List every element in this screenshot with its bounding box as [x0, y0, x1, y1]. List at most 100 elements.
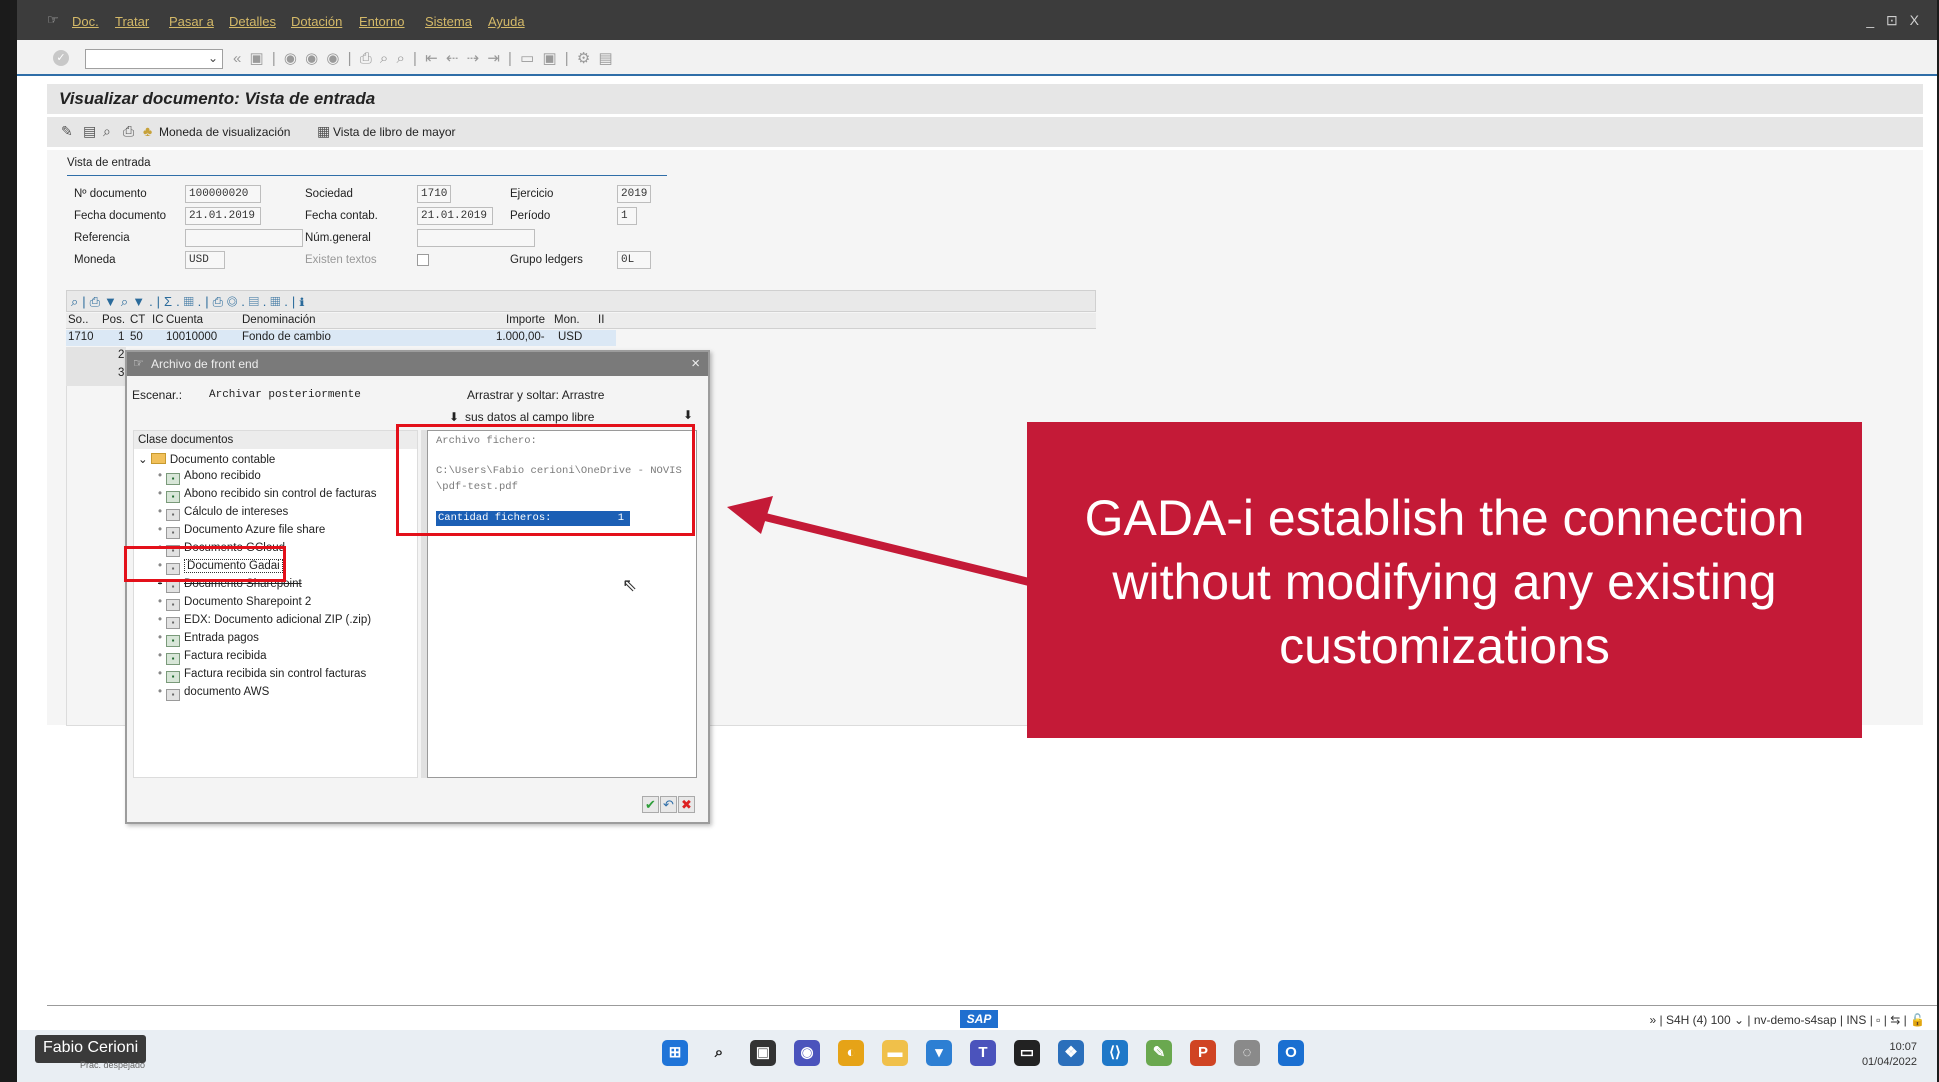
menu-bar: ☞ Doc. Tratar Pasar a Detalles Dotación … — [17, 0, 1937, 40]
cell-pos: 1 — [118, 331, 125, 343]
document-icon: ▪ — [166, 491, 181, 503]
weather-widget[interactable]: Prac. despejado — [80, 1060, 145, 1070]
table-row[interactable]: 1710 1 50 10010000 Fondo de cambio 1.000… — [66, 330, 616, 346]
ledger-group-field[interactable]: 0L — [617, 251, 651, 269]
system-menu-icon[interactable]: ☞ — [47, 12, 59, 28]
menu-detalles[interactable]: Detalles — [229, 14, 276, 29]
texts-checkbox[interactable] — [417, 254, 429, 266]
confirm-button[interactable]: ✔ — [642, 796, 659, 813]
print-icon[interactable]: ⎙ — [123, 123, 134, 140]
status-expand-icon[interactable]: » | — [1649, 1013, 1665, 1027]
col-importe[interactable]: Importe — [506, 314, 545, 326]
left-frame-band — [0, 0, 17, 1082]
file-explorer-icon[interactable]: ▬ — [882, 1040, 908, 1066]
chrome-icon[interactable]: ◐ — [838, 1040, 864, 1066]
menu-ayuda[interactable]: Ayuda — [488, 14, 525, 29]
chat-icon[interactable]: ◉ — [794, 1040, 820, 1066]
cancel-button[interactable]: ✖ — [678, 796, 695, 813]
window-controls[interactable]: _ ⊡ X — [1866, 12, 1923, 29]
presenter-label: Fabio Cerioni — [35, 1035, 147, 1063]
company-field[interactable]: 1710 — [417, 185, 451, 203]
tree-item[interactable]: • ▪ Abono recibido sin control de facturas — [158, 488, 376, 503]
status-mode[interactable]: INS — [1846, 1013, 1866, 1027]
system-toolbar-icons[interactable]: « ▣ | ◉ ◉ ◉ | ⎙ ⌕ ⌕ | ⇤ ⇠ ⇢ ⇥ | ▭ ▣ | ⚙ … — [233, 49, 615, 67]
tree-item[interactable]: • ▪ EDX: Documento adicional ZIP (.zip) — [158, 614, 371, 629]
col-mon[interactable]: Mon. — [554, 314, 580, 326]
enter-icon[interactable]: ✓ — [53, 50, 69, 66]
scenario-label: Escenar.: — [132, 388, 183, 402]
col-ct[interactable]: CT — [130, 314, 145, 326]
ledger-view-button[interactable]: Vista de libro de mayor — [333, 125, 456, 139]
tree-item[interactable]: • ▪ Documento Azure file share — [158, 524, 325, 539]
display-change-icon[interactable]: ✎ — [61, 123, 73, 140]
page-title: Visualizar documento: Vista de entrada — [59, 89, 376, 108]
display-currency-button[interactable]: Moneda de visualización — [159, 125, 290, 139]
col-ic[interactable]: IC — [152, 314, 164, 326]
tree-item[interactable]: • ▪ Factura recibida sin control facturas — [158, 668, 366, 683]
mouse-cursor-icon: ⇖ — [622, 575, 638, 595]
tree-item[interactable]: • ▪ documento AWS — [158, 686, 269, 701]
task-view-icon[interactable]: ▣ — [750, 1040, 776, 1066]
command-field[interactable]: ⌄ — [85, 49, 223, 69]
col-denominacion[interactable]: Denominación — [242, 314, 316, 326]
tree-item[interactable]: • ▪ Entrada pagos — [158, 632, 259, 647]
undo-button[interactable]: ↶ — [660, 796, 677, 813]
chevron-down-icon[interactable]: ⌄ — [138, 454, 151, 466]
close-icon[interactable]: × — [691, 355, 700, 372]
remote-desktop-icon[interactable]: ❖ — [1058, 1040, 1084, 1066]
tree-item[interactable]: • ▪ Factura recibida — [158, 650, 267, 665]
crossco-field[interactable] — [417, 229, 535, 247]
ledger-icon[interactable]: ▦ — [317, 123, 330, 140]
teams-icon[interactable]: T — [970, 1040, 996, 1066]
windows-start-icon[interactable]: ⊞ — [662, 1040, 688, 1066]
doc-number-field[interactable]: 100000020 — [185, 185, 261, 203]
search-icon[interactable]: ⌕ — [706, 1040, 732, 1066]
tree-item[interactable]: • ▪ Cálculo de intereses — [158, 506, 288, 521]
menu-dotacion[interactable]: Dotación — [291, 14, 342, 29]
status-system[interactable]: S4H (4) 100 — [1666, 1013, 1731, 1027]
tree-node-root[interactable]: ⌄ Documento contable — [138, 452, 275, 466]
search-icon[interactable]: ⌕ — [103, 123, 111, 140]
dialog-menu-icon[interactable]: ☞ — [133, 356, 144, 370]
app-icon[interactable]: ◌ — [1234, 1040, 1260, 1066]
col-cuenta[interactable]: Cuenta — [166, 314, 203, 326]
powerpoint-icon[interactable]: P — [1190, 1040, 1216, 1066]
callout-arrow — [727, 496, 1030, 586]
doc-date-field[interactable]: 21.01.2019 — [185, 207, 261, 225]
menu-doc[interactable]: Doc. — [72, 14, 99, 29]
other-document-icon[interactable]: ▤ — [83, 123, 96, 140]
tree-item[interactable]: • ▪ Abono recibido — [158, 470, 261, 485]
menu-pasar-a[interactable]: Pasar a — [169, 14, 214, 29]
year-field[interactable]: 2019 — [617, 185, 651, 203]
vscode-icon[interactable]: ⟨⟩ — [1102, 1040, 1128, 1066]
dropdown-chevron-icon[interactable]: ⌄ — [208, 51, 218, 65]
col-so[interactable]: So.. — [68, 314, 88, 326]
screen: ☞ Doc. Tratar Pasar a Detalles Dotación … — [0, 0, 1939, 1082]
texts-label: Existen textos — [305, 254, 377, 266]
col-pos[interactable]: Pos. — [102, 314, 125, 326]
menu-sistema[interactable]: Sistema — [425, 14, 472, 29]
terminal-icon[interactable]: ▭ — [1014, 1040, 1040, 1066]
document-icon: ▪ — [166, 671, 181, 683]
currency-field[interactable]: USD — [185, 251, 225, 269]
col-ii[interactable]: II — [598, 314, 604, 326]
notepad-icon[interactable]: ✎ — [1146, 1040, 1172, 1066]
menu-entorno[interactable]: Entorno — [359, 14, 405, 29]
currency-icon[interactable]: ♣ — [143, 123, 152, 139]
grid-toolbar-icons[interactable]: ⌕|⎙▼⌕▼.|Σ.▦.|⎙◎.▤.▦.|ℹ — [71, 294, 309, 310]
period-field[interactable]: 1 — [617, 207, 637, 225]
reference-field[interactable] — [185, 229, 303, 247]
menu-tratar[interactable]: Tratar — [115, 14, 149, 29]
sap-logo: SAP — [960, 1010, 998, 1028]
archive-icon: ▪ — [166, 581, 181, 593]
lock-icon[interactable]: 🔓 — [1910, 1013, 1925, 1027]
outlook-icon[interactable]: O — [1278, 1040, 1304, 1066]
tree-header: Clase documentos — [134, 431, 417, 449]
tree-item[interactable]: • ▪ Documento Sharepoint 2 — [158, 596, 311, 611]
posting-date-field[interactable]: 21.01.2019 — [417, 207, 493, 225]
taskbar-clock[interactable]: 10:07 01/04/2022 — [1862, 1040, 1917, 1070]
panel-title: Vista de entrada — [67, 157, 151, 169]
doc-number-label: Nº documento — [74, 188, 147, 200]
front-end-file-dialog: ☞ Archivo de front end × Escenar.: Archi… — [125, 350, 710, 824]
sap-logon-icon[interactable]: ▾ — [926, 1040, 952, 1066]
